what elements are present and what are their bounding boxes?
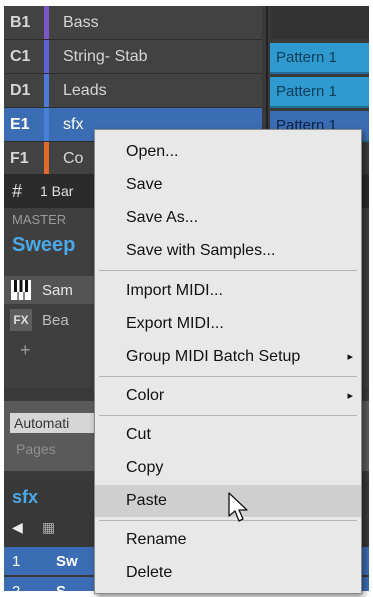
grid-hash-icon[interactable]: # <box>4 181 40 202</box>
fx-icon: FX <box>10 309 32 331</box>
pattern-clip[interactable]: Pattern 1 <box>270 43 369 74</box>
pattern-length[interactable]: 1 Bar <box>40 183 73 199</box>
keyboard-icon <box>10 279 32 301</box>
menu-item-color[interactable]: Color ▸ <box>95 380 361 412</box>
group-code: E1 <box>10 115 30 133</box>
menu-item-save-as[interactable]: Save As... <box>95 202 361 234</box>
menu-item-label: Color <box>126 387 165 404</box>
menu-item-label: Group MIDI Batch Setup <box>126 348 301 365</box>
sound-name: Sw <box>56 552 78 570</box>
group-name: sfx <box>63 115 84 133</box>
plugin-slot-fx[interactable]: FX Bea <box>4 306 96 334</box>
menu-separator <box>99 415 357 416</box>
sound-number: 2 <box>12 582 21 592</box>
context-menu: Open... Save Save As... Save with Sample… <box>94 129 362 594</box>
group-row-c1[interactable]: C1 String- Stab <box>4 40 262 74</box>
plugin-slot-instrument[interactable]: Sam <box>4 276 96 304</box>
group-name-label[interactable]: sfx <box>12 487 38 508</box>
menu-item-cut[interactable]: Cut <box>95 419 361 451</box>
group-name: Leads <box>63 81 107 99</box>
pages-label: Pages <box>16 441 56 457</box>
submenu-arrow-icon: ▸ <box>347 351 353 363</box>
sound-name[interactable]: Sweep <box>12 234 75 257</box>
plugin-name: Sam <box>42 281 73 299</box>
sound-number: 1 <box>12 552 21 570</box>
group-color-swatch <box>44 6 49 39</box>
pad-grid-icon[interactable]: ▦ <box>42 519 55 536</box>
menu-item-import-midi[interactable]: Import MIDI... <box>95 275 361 307</box>
add-plugin-icon[interactable]: + <box>20 340 31 361</box>
group-color-swatch <box>44 40 49 73</box>
menu-separator <box>99 270 357 271</box>
group-color-swatch <box>44 142 49 175</box>
menu-item-delete[interactable]: Delete <box>95 557 361 589</box>
group-name: Bass <box>63 13 99 31</box>
master-label[interactable]: MASTER <box>12 212 66 227</box>
plugin-name: Bea <box>42 311 69 329</box>
group-code: C1 <box>10 47 31 65</box>
menu-item-save-with-samples[interactable]: Save with Samples... <box>95 235 361 267</box>
group-name: Co <box>63 149 84 167</box>
pattern-slot-empty[interactable] <box>270 6 369 39</box>
group-row-b1[interactable]: B1 Bass <box>4 6 262 40</box>
mouse-pointer-icon <box>228 492 248 522</box>
menu-item-export-midi[interactable]: Export MIDI... <box>95 308 361 340</box>
group-code: D1 <box>10 81 31 99</box>
group-color-swatch <box>44 108 49 141</box>
group-row-d1[interactable]: D1 Leads <box>4 74 262 108</box>
menu-item-rename[interactable]: Rename <box>95 524 361 556</box>
menu-item-group-midi-batch-setup[interactable]: Group MIDI Batch Setup ▸ <box>95 341 361 373</box>
menu-item-copy[interactable]: Copy <box>95 452 361 484</box>
group-name: String- Stab <box>63 47 148 65</box>
speaker-icon[interactable]: ◀ <box>12 519 23 536</box>
menu-item-open[interactable]: Open... <box>95 136 361 168</box>
menu-separator <box>99 376 357 377</box>
submenu-arrow-icon: ▸ <box>347 390 353 402</box>
pattern-clip[interactable]: Pattern 1 <box>270 77 369 108</box>
group-code: F1 <box>10 149 29 167</box>
sound-name: S <box>56 582 67 592</box>
group-code: B1 <box>10 13 31 31</box>
automation-button[interactable]: Automati <box>10 413 100 433</box>
menu-item-save[interactable]: Save <box>95 169 361 201</box>
group-color-swatch <box>44 74 49 107</box>
